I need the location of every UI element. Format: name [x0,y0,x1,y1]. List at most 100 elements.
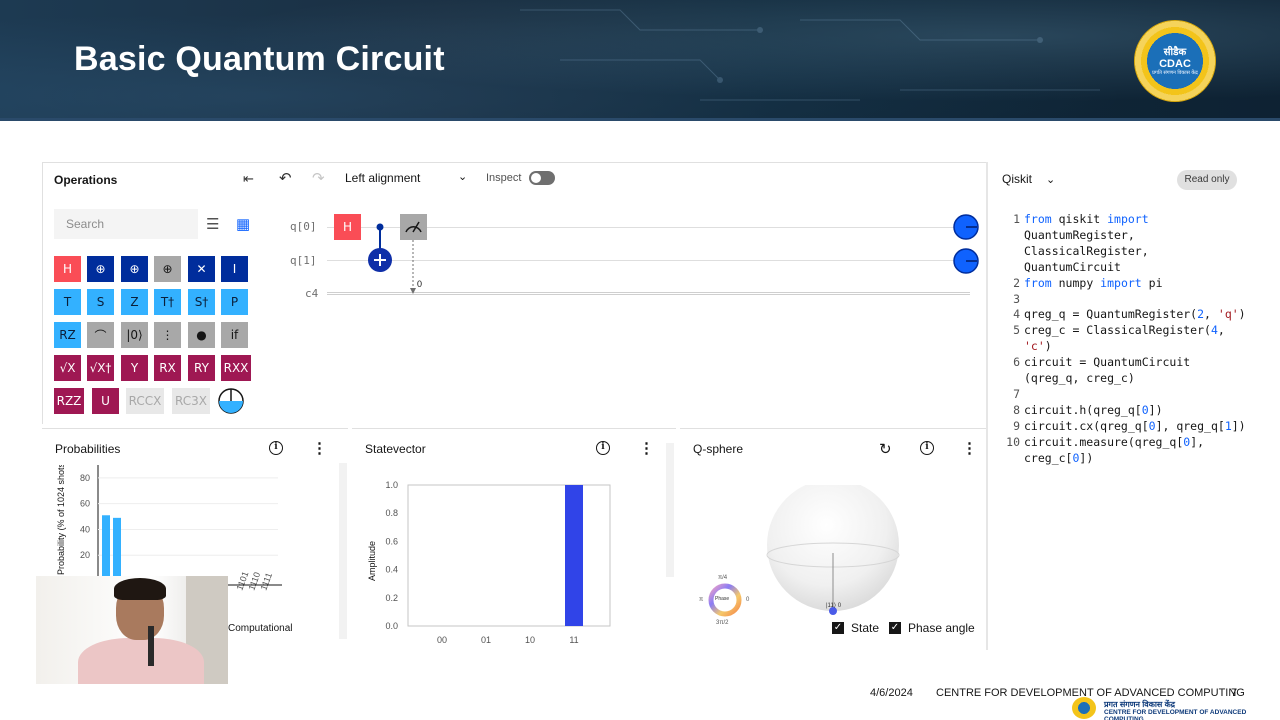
search-input[interactable]: Search [54,209,198,239]
reset-view-icon[interactable]: ↻ [879,440,892,458]
operations-title: Operations [54,173,118,187]
statevector-chart: 1.0 0.8 0.6 0.4 0.2 0.0 Amplitude 00 01 10 11 [367,480,611,645]
gate-symbol-button[interactable]: ⊕ [87,256,114,282]
alignment-dropdown[interactable]: Left alignment [345,171,420,185]
overflow-menu-icon[interactable]: ⋮ [312,439,327,457]
gate-symbol-button[interactable]: ✕ [188,256,215,282]
operations-panel: Operations ⇤ Search ☰ ▦ H ⊕ ⊕ ⊕ ✕ I T S Z T† S† P RZ… [42,162,270,424]
gate-rc3x-button[interactable]: RC3X [172,388,210,414]
scrollbar[interactable] [666,443,674,577]
collapse-panel-icon[interactable]: ⇤ [243,171,259,187]
gate-t-button[interactable]: T [54,289,81,315]
gate-symbol-button[interactable]: ⊕ [121,256,148,282]
info-icon[interactable]: i [920,441,934,455]
scrollbar[interactable] [339,463,347,639]
code-language-dropdown[interactable]: Qiskit [1002,172,1032,186]
y-tick-label: 20 [80,550,90,560]
phase-bottom-label: 3π/2 [716,620,729,626]
x-tick-label: 01 [481,635,491,645]
x-tick-label: 10 [525,635,535,645]
x-axis-label: Computational basis states [228,623,292,634]
gate-symbol-button[interactable]: ● [188,322,215,348]
probability-bar [102,515,110,581]
qiskit-code-editor[interactable]: 1 from qiskit import QuantumRegister, Cla… [1002,212,1245,467]
state-checkbox[interactable]: ✓ [832,622,844,634]
y-tick-label: 1.0 [385,480,398,490]
info-icon[interactable]: i [596,441,610,455]
y-tick-label: 80 [80,473,90,483]
info-icon[interactable]: i [269,441,283,455]
gate-s-button[interactable]: S† [188,289,215,315]
phase-angle-label: Phase angle [908,621,975,635]
ket-label: |11⟩ 0 [826,603,842,609]
qubit-state-indicators [953,214,979,274]
amplitude-bar [565,485,583,626]
gate-rzz-button[interactable]: RZZ [54,388,84,414]
qsphere-panel: Q-sphere ↻ i ⋮ π/4 3π/2 π 0 Phase |11⟩ 0… [680,428,986,650]
slide-title: Basic Quantum Circuit [74,40,445,78]
measure-gate[interactable] [400,214,430,298]
grid-view-icon[interactable]: ▦ [236,215,254,233]
footer-org: CENTRE FOR DEVELOPMENT OF ADVANCED COMPU… [936,687,1245,699]
gate-if-button[interactable]: if [221,322,248,348]
gate-s-button[interactable]: S [87,289,114,315]
probability-bar [113,517,121,581]
cnot-gate[interactable] [366,220,396,276]
redo-icon[interactable]: ↷ [312,169,325,187]
statevector-panel: Statevector i ⋮ 1.0 0.8 0.6 0.4 0.2 0.0 Amplit… [352,428,676,650]
inspect-label: Inspect [486,172,522,184]
y-tick-label: 0.8 [385,508,398,518]
y-tick-label: 0.6 [385,536,398,546]
gate-u-button[interactable]: U [92,388,119,414]
footer-logo-text: CENTRE FOR DEVELOPMENT OF ADVANCED COMPU… [1104,709,1247,720]
gate-0-button[interactable]: |0⟩ [121,322,148,348]
phase-right-label: 0 [746,597,750,603]
gate-t-button[interactable]: T† [154,289,181,315]
probability-gauge-button[interactable] [217,387,245,415]
wire-label-q0: q[0] [290,220,317,233]
phase-top-label: π/4 [718,575,728,581]
overflow-menu-icon[interactable]: ⋮ [962,439,977,457]
gate-i-button[interactable]: I [221,256,248,282]
wire-label-c4: c4 [305,287,319,300]
qsphere-title: Q-sphere [693,442,744,456]
gate-symbol-button[interactable]: ⋮ [154,322,181,348]
y-axis-label: Probability (% of 1024 shots) [56,465,66,575]
inspect-toggle[interactable] [529,171,555,185]
y-tick-label: 40 [80,524,90,534]
slide: Basic Quantum Circuit सीडैक CDAC प्रगति … [0,0,1280,720]
footer-logo [1072,697,1096,719]
gate-symbol-button[interactable]: ⌒ [87,322,114,348]
page-number: 7 [1231,687,1238,699]
gate-symbol-button[interactable]: ⊕ [154,256,181,282]
phase-left-label: π [699,597,704,603]
list-view-icon[interactable]: ☰ [206,215,224,233]
gate-x-button[interactable]: √X [54,355,81,381]
y-tick-label: 0.2 [385,593,398,603]
gate-rccx-button[interactable]: RCCX [126,388,164,414]
y-axis-label: Amplitude [367,541,377,581]
phase-wheel-label: Phase [715,596,730,602]
gate-ry-button[interactable]: RY [188,355,215,381]
undo-icon[interactable]: ↶ [279,169,292,187]
h-gate[interactable]: H [334,214,361,240]
gate-rz-button[interactable]: RZ [54,322,81,348]
x-tick-label: 11 [569,635,578,645]
gate-z-button[interactable]: Z [121,289,148,315]
overflow-menu-icon[interactable]: ⋮ [639,439,654,457]
cdac-logo: सीडैक CDAC प्रगति संगणन विकास केंद्र [1134,20,1216,102]
gate-rx-button[interactable]: RX [154,355,181,381]
circuit-toolbar: ↶ ↷ Left alignment ⌄ Inspect [270,162,986,194]
gate-h-button[interactable]: H [54,256,81,282]
chevron-down-icon[interactable]: ⌄ [1046,173,1055,186]
code-panel-divider [986,162,988,650]
gate-p-button[interactable]: P [221,289,248,315]
chevron-down-icon[interactable]: ⌄ [458,170,467,183]
probabilities-title: Probabilities [55,442,121,456]
gate-rxx-button[interactable]: RXX [221,355,251,381]
phase-angle-checkbox[interactable]: ✓ [889,622,901,634]
statevector-title: Statevector [365,442,426,456]
read-only-badge: Read only [1177,170,1237,190]
gate-x-button[interactable]: √X† [87,355,114,381]
gate-y-button[interactable]: Y [121,355,148,381]
